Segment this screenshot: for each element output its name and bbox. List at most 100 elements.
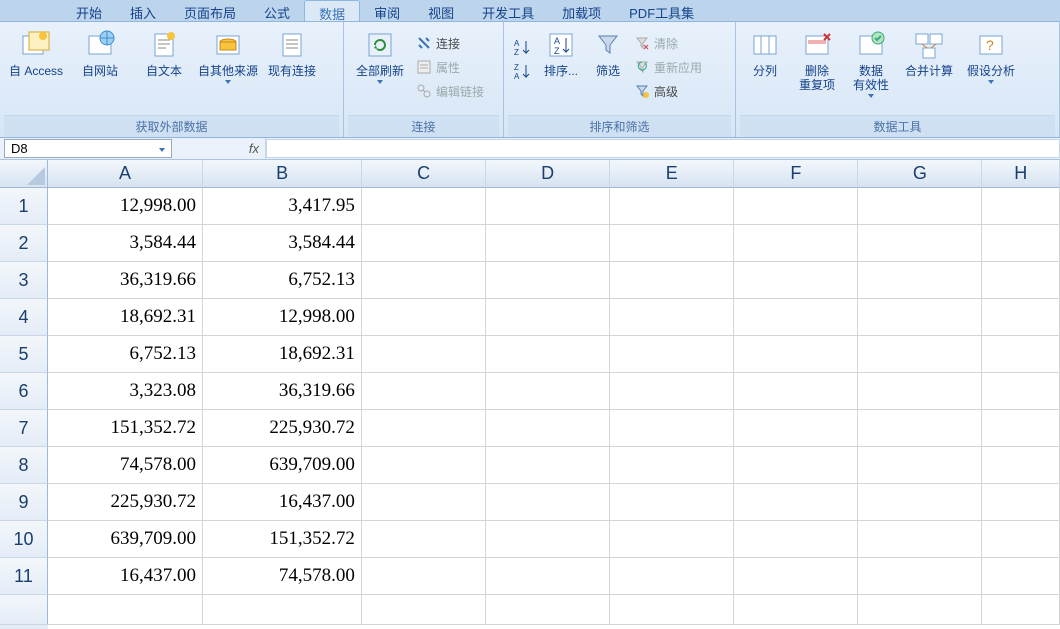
cell[interactable] <box>203 595 362 625</box>
cell[interactable] <box>610 373 734 410</box>
cell[interactable] <box>362 484 486 521</box>
cell[interactable] <box>486 225 610 262</box>
tab-view[interactable]: 视图 <box>414 0 468 21</box>
cell[interactable]: 3,323.08 <box>48 373 203 410</box>
sort-button[interactable]: AZ 排序... <box>536 28 586 80</box>
cell[interactable]: 6,752.13 <box>203 262 362 299</box>
cell[interactable] <box>486 299 610 336</box>
cell[interactable] <box>362 447 486 484</box>
cell[interactable] <box>982 521 1060 558</box>
cell[interactable] <box>982 262 1060 299</box>
connections-button[interactable]: 连接 <box>416 32 484 54</box>
cell[interactable] <box>982 484 1060 521</box>
edit-links-button[interactable]: 编辑链接 <box>416 80 484 102</box>
from-text-button[interactable]: 自文本 <box>132 28 196 80</box>
cell[interactable] <box>486 521 610 558</box>
cell[interactable]: 151,352.72 <box>203 521 362 558</box>
cell[interactable] <box>858 410 982 447</box>
column-header-B[interactable]: B <box>203 160 362 188</box>
column-header-C[interactable]: C <box>362 160 486 188</box>
row-header[interactable]: 9 <box>0 484 48 521</box>
cell[interactable]: 225,930.72 <box>48 484 203 521</box>
cell[interactable]: 225,930.72 <box>203 410 362 447</box>
cell[interactable] <box>486 484 610 521</box>
row-header[interactable]: 4 <box>0 299 48 336</box>
tab-developer[interactable]: 开发工具 <box>468 0 548 21</box>
data-validation-button[interactable]: 数据 有效性 <box>844 28 898 100</box>
cell[interactable] <box>734 558 858 595</box>
cell[interactable] <box>734 410 858 447</box>
cell[interactable] <box>734 521 858 558</box>
cell[interactable] <box>982 225 1060 262</box>
from-access-button[interactable]: 自 Access <box>4 28 68 80</box>
cell[interactable] <box>486 262 610 299</box>
cell[interactable] <box>486 595 610 625</box>
cell[interactable] <box>610 188 734 225</box>
properties-button[interactable]: 属性 <box>416 56 484 78</box>
filter-button[interactable]: 筛选 <box>586 28 630 80</box>
clear-filter-button[interactable]: 清除 <box>634 32 702 54</box>
row-header[interactable]: 10 <box>0 521 48 558</box>
row-header[interactable] <box>0 595 48 625</box>
cell[interactable] <box>362 225 486 262</box>
row-header[interactable]: 7 <box>0 410 48 447</box>
tab-review[interactable]: 审阅 <box>360 0 414 21</box>
tab-data[interactable]: 数据 <box>304 0 360 21</box>
cell[interactable] <box>858 336 982 373</box>
cell[interactable] <box>982 595 1060 625</box>
cell[interactable] <box>734 595 858 625</box>
reapply-button[interactable]: 重新应用 <box>634 56 702 78</box>
tab-insert[interactable]: 插入 <box>116 0 170 21</box>
cell[interactable]: 16,437.00 <box>48 558 203 595</box>
cell[interactable] <box>362 262 486 299</box>
row-header[interactable]: 2 <box>0 225 48 262</box>
cell[interactable] <box>610 447 734 484</box>
cell[interactable] <box>734 447 858 484</box>
cell[interactable] <box>362 373 486 410</box>
cell[interactable]: 3,584.44 <box>203 225 362 262</box>
cell[interactable] <box>734 373 858 410</box>
cell[interactable] <box>858 484 982 521</box>
cell[interactable] <box>48 595 203 625</box>
cell[interactable] <box>362 336 486 373</box>
cell[interactable] <box>362 410 486 447</box>
cell[interactable]: 12,998.00 <box>48 188 203 225</box>
select-all-corner[interactable] <box>0 160 48 188</box>
cell[interactable] <box>858 373 982 410</box>
cell[interactable]: 36,319.66 <box>203 373 362 410</box>
row-header[interactable]: 8 <box>0 447 48 484</box>
cell[interactable] <box>610 595 734 625</box>
cell[interactable] <box>486 188 610 225</box>
row-header[interactable]: 3 <box>0 262 48 299</box>
name-box[interactable]: D8 <box>4 139 172 158</box>
column-header-F[interactable]: F <box>734 160 858 188</box>
row-header[interactable]: 11 <box>0 558 48 595</box>
fx-label[interactable]: fx <box>176 138 266 159</box>
cell[interactable] <box>610 336 734 373</box>
cell[interactable] <box>982 447 1060 484</box>
cell[interactable] <box>610 299 734 336</box>
refresh-all-button[interactable]: 全部刷新 <box>348 28 412 86</box>
cell[interactable] <box>610 521 734 558</box>
tab-pagelayout[interactable]: 页面布局 <box>170 0 250 21</box>
cell[interactable] <box>486 373 610 410</box>
cell[interactable]: 36,319.66 <box>48 262 203 299</box>
cell[interactable] <box>734 188 858 225</box>
row-header[interactable]: 5 <box>0 336 48 373</box>
sort-desc-button[interactable]: ZA <box>512 60 532 82</box>
cell[interactable] <box>982 336 1060 373</box>
cell[interactable] <box>486 410 610 447</box>
cell[interactable] <box>858 521 982 558</box>
cell[interactable]: 639,709.00 <box>203 447 362 484</box>
cell[interactable] <box>858 299 982 336</box>
from-other-button[interactable]: 自其他来源 <box>196 28 260 86</box>
cell[interactable] <box>734 484 858 521</box>
cell[interactable] <box>610 225 734 262</box>
cell[interactable] <box>610 410 734 447</box>
cell[interactable]: 16,437.00 <box>203 484 362 521</box>
cell[interactable] <box>982 373 1060 410</box>
tab-home[interactable]: 开始 <box>62 0 116 21</box>
cell[interactable]: 18,692.31 <box>48 299 203 336</box>
cell[interactable] <box>610 484 734 521</box>
cell[interactable] <box>362 521 486 558</box>
